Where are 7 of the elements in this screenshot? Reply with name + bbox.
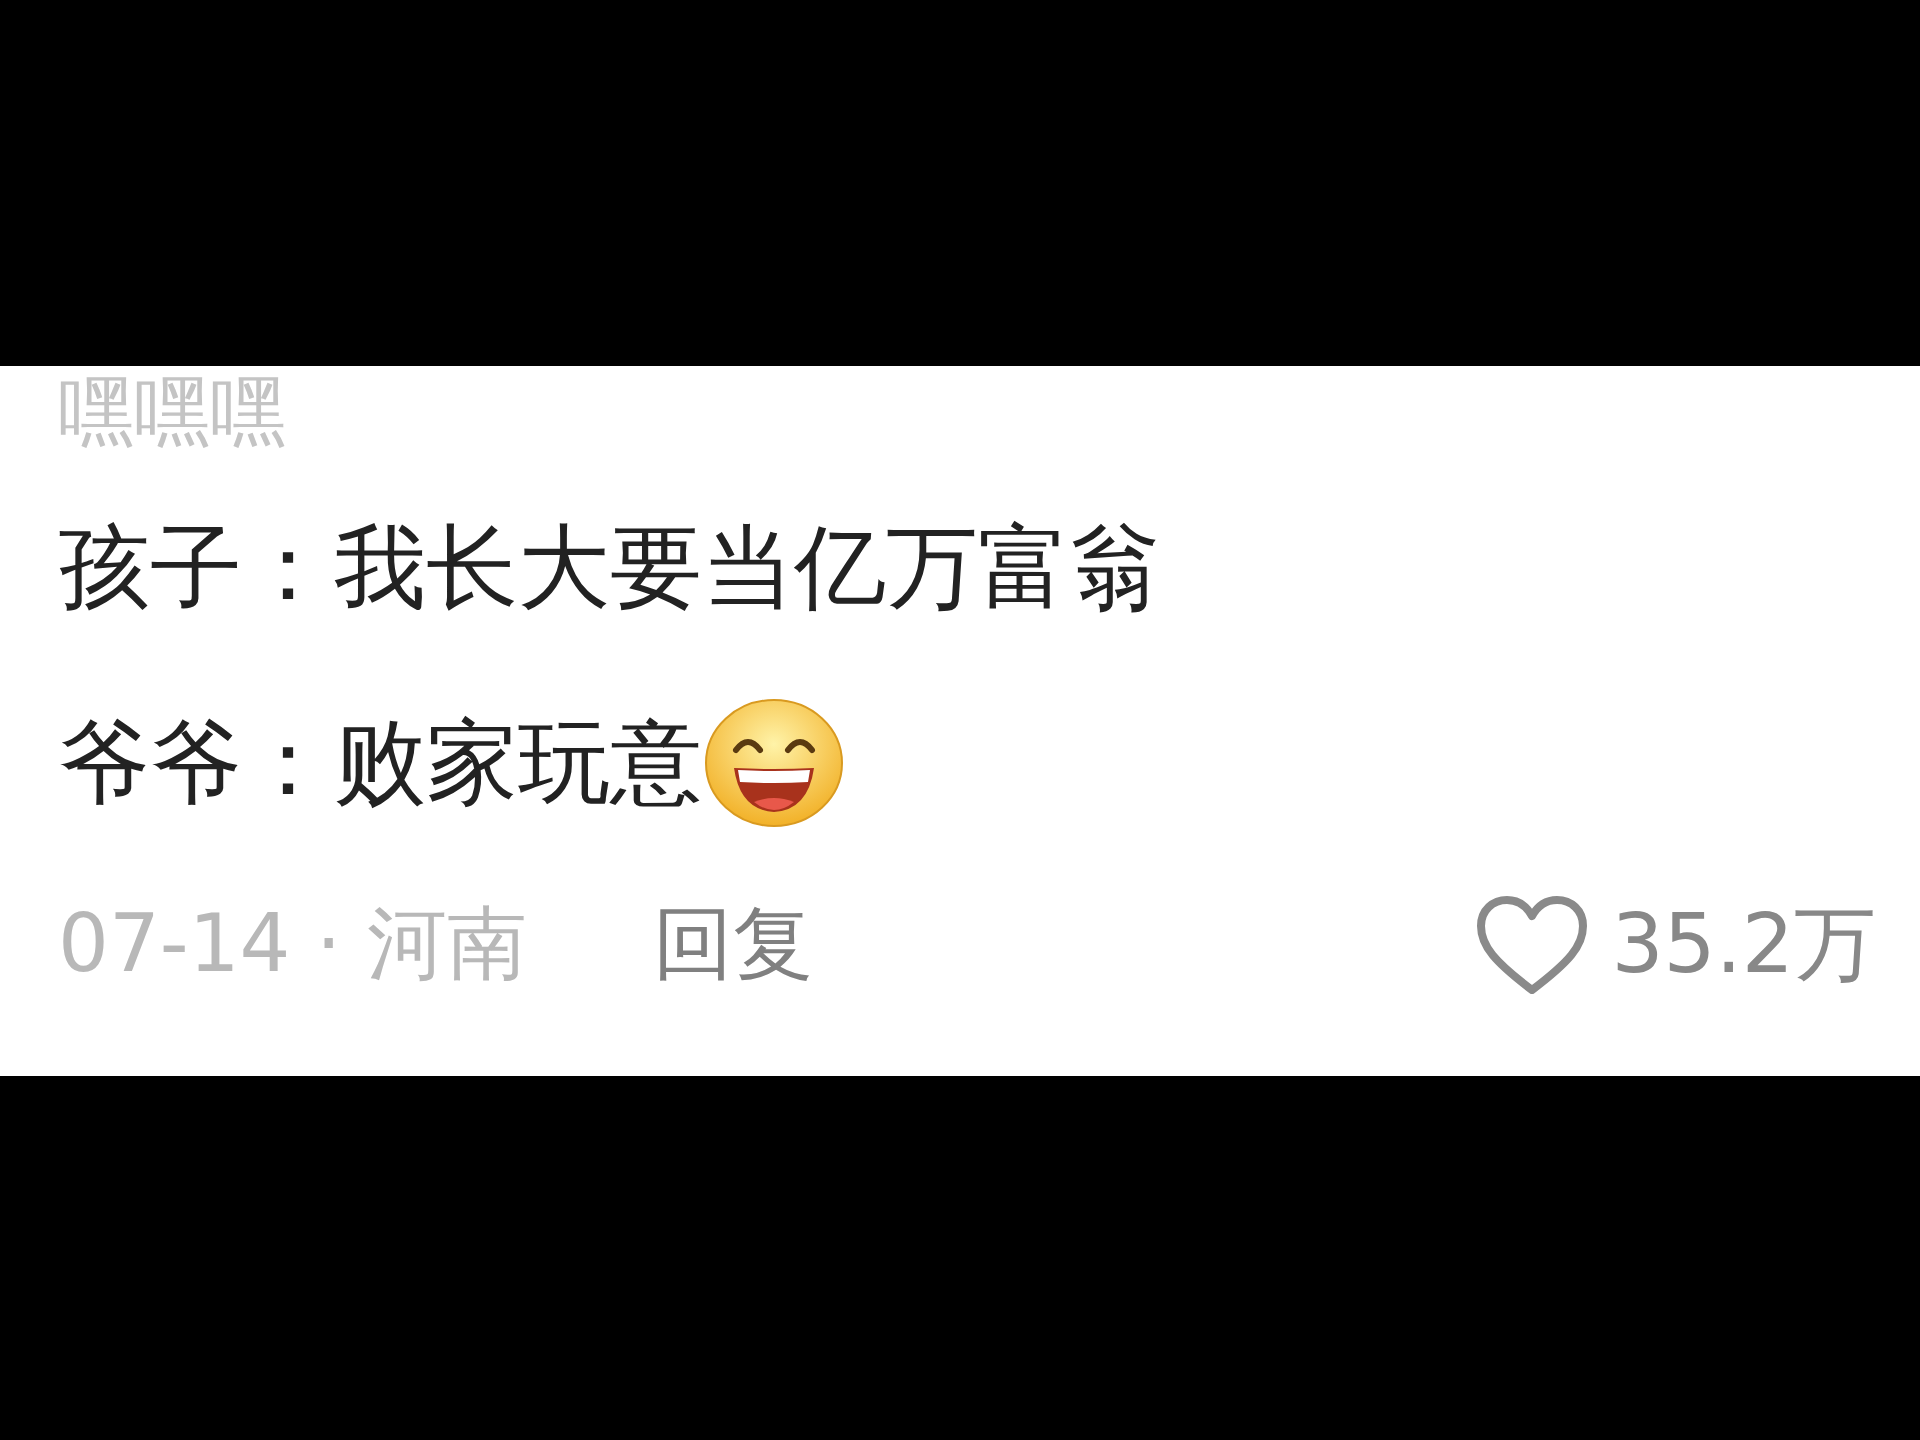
date-location: 07-14 · 河南: [58, 896, 527, 992]
comment-text: 爷爷：败家玩意: [58, 708, 702, 818]
username: 嘿嘿嘿: [58, 366, 287, 458]
like-button[interactable]: 35.2万: [1475, 890, 1876, 1000]
reply-button[interactable]: 回复: [652, 891, 813, 999]
grinning-emoji-icon: [704, 698, 844, 828]
comment-text: 孩子：我长大要当亿万富翁: [58, 513, 1162, 623]
